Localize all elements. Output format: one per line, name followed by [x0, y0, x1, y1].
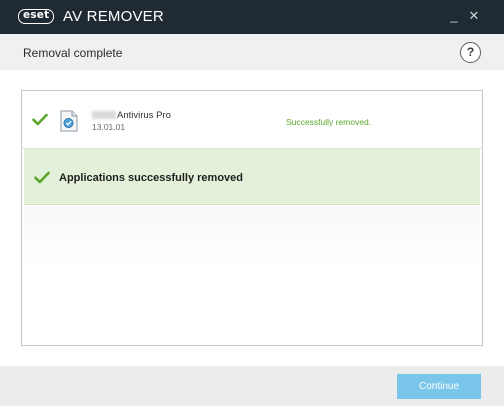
app-name-text: Antivirus Pro — [117, 110, 171, 121]
list-empty-area — [24, 206, 480, 266]
eset-logo: eset — [18, 9, 55, 24]
app-name: Antivirus Pro — [92, 110, 171, 121]
title-bar: eset AV REMOVER _ ✕ — [0, 0, 504, 34]
app-version: 13.01.01 — [92, 122, 126, 132]
removal-result-list: Antivirus Pro 13.01.01 Successfully remo… — [21, 90, 483, 346]
checkmark-icon — [32, 113, 48, 126]
help-button[interactable]: ? — [460, 42, 481, 63]
removal-status: Successfully removed. — [286, 117, 372, 127]
summary-row: Applications successfully removed — [24, 149, 480, 205]
page-header: Removal complete ? — [0, 34, 504, 70]
removed-app-row: Antivirus Pro 13.01.01 Successfully remo… — [22, 91, 482, 149]
redacted-vendor-name — [92, 111, 116, 120]
page-title: Removal complete — [23, 46, 123, 60]
close-button[interactable]: ✕ — [464, 6, 484, 26]
footer-bar: Continue — [0, 366, 504, 406]
checkmark-icon — [34, 171, 50, 184]
summary-message: Applications successfully removed — [59, 172, 244, 184]
document-shield-icon — [60, 110, 78, 132]
minimize-button[interactable]: _ — [444, 6, 464, 26]
continue-button[interactable]: Continue — [397, 374, 481, 399]
app-title: AV REMOVER — [63, 8, 164, 25]
